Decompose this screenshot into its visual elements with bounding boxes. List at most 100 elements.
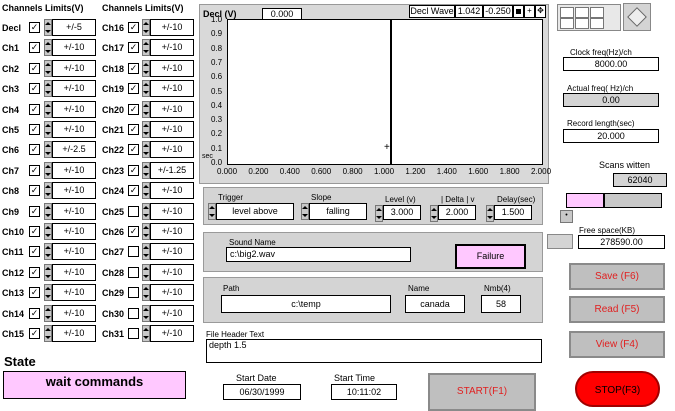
cursor-move-icon[interactable]: ✥ bbox=[535, 5, 546, 18]
channel-enable-checkbox[interactable] bbox=[128, 205, 139, 217]
channel-limit-spinner[interactable] bbox=[142, 243, 150, 261]
navigation-diamond-icon[interactable] bbox=[623, 3, 651, 31]
channel-limit-spinner[interactable] bbox=[142, 100, 150, 118]
channel-enable-checkbox[interactable]: ✓ bbox=[29, 62, 40, 74]
channel-limit-field[interactable]: +/-10 bbox=[150, 59, 194, 77]
channel-limit-spinner[interactable] bbox=[142, 304, 150, 322]
channel-limit-field[interactable]: +/-10 bbox=[52, 223, 96, 240]
channel-limit-spinner[interactable] bbox=[44, 223, 52, 240]
channel-limit-field[interactable]: +/-10 bbox=[52, 284, 96, 302]
channel-limit-field[interactable]: +/-10 bbox=[150, 223, 194, 240]
channel-limit-field[interactable]: +/-10 bbox=[150, 182, 194, 200]
slope-field[interactable]: falling bbox=[309, 203, 367, 220]
channel-limit-spinner[interactable] bbox=[44, 182, 52, 200]
channel-limit-spinner[interactable] bbox=[44, 100, 52, 118]
channel-enable-checkbox[interactable] bbox=[128, 266, 139, 278]
scale-icon[interactable] bbox=[590, 7, 604, 18]
channel-enable-checkbox[interactable]: ✓ bbox=[29, 124, 40, 135]
channel-limit-field[interactable]: +/-10 bbox=[52, 182, 96, 200]
channel-limit-spinner[interactable] bbox=[44, 39, 52, 57]
channel-limit-spinner[interactable] bbox=[142, 263, 150, 281]
channel-limit-spinner[interactable] bbox=[142, 223, 150, 240]
nmb-field[interactable]: 58 bbox=[481, 295, 521, 313]
channel-limit-spinner[interactable] bbox=[142, 161, 150, 179]
channel-limit-spinner[interactable] bbox=[44, 202, 52, 220]
channel-enable-checkbox[interactable]: ✓ bbox=[29, 266, 40, 278]
cursor-marker-icon[interactable]: + bbox=[384, 142, 390, 153]
free-space-refresh-button[interactable]: • bbox=[560, 210, 573, 223]
channel-limit-spinner[interactable] bbox=[44, 141, 52, 159]
channel-enable-checkbox[interactable]: ✓ bbox=[128, 144, 139, 156]
channel-enable-checkbox[interactable]: ✓ bbox=[128, 103, 139, 115]
channel-enable-checkbox[interactable]: ✓ bbox=[29, 42, 40, 54]
slope-spinner[interactable] bbox=[301, 203, 309, 220]
channel-limit-field[interactable]: +/-5 bbox=[52, 19, 96, 36]
channel-limit-field[interactable]: +/-10 bbox=[150, 39, 194, 57]
name-field[interactable]: canada bbox=[405, 295, 465, 313]
channel-limit-spinner[interactable] bbox=[44, 284, 52, 302]
view-button[interactable]: View (F4) bbox=[569, 331, 665, 358]
cursor-style-icon[interactable] bbox=[513, 5, 524, 18]
channel-enable-checkbox[interactable]: ✓ bbox=[29, 287, 40, 299]
channel-limit-field[interactable]: +/-10 bbox=[52, 263, 96, 281]
channel-limit-field[interactable]: +/-10 bbox=[52, 161, 96, 179]
cursor-lock-icon[interactable]: + bbox=[524, 5, 535, 18]
channel-limit-field[interactable]: +/-10 bbox=[150, 100, 194, 118]
channel-limit-spinner[interactable] bbox=[142, 182, 150, 200]
delta-field[interactable]: 2.000 bbox=[438, 205, 476, 220]
channel-limit-spinner[interactable] bbox=[142, 39, 150, 57]
delay-spinner[interactable] bbox=[486, 205, 494, 222]
channel-limit-field[interactable]: +/-10 bbox=[52, 100, 96, 118]
channel-enable-checkbox[interactable]: ✓ bbox=[29, 246, 40, 258]
channel-limit-spinner[interactable] bbox=[44, 121, 52, 138]
channel-enable-checkbox[interactable]: ✓ bbox=[128, 42, 139, 54]
level-field[interactable]: 3.000 bbox=[383, 205, 421, 220]
channel-enable-checkbox[interactable]: ✓ bbox=[29, 205, 40, 217]
channel-limit-field[interactable]: +/-10 bbox=[52, 59, 96, 77]
channel-limit-field[interactable]: +/-10 bbox=[52, 304, 96, 322]
channel-limit-field[interactable]: +/-10 bbox=[150, 304, 194, 322]
channel-limit-field[interactable]: +/-10 bbox=[52, 80, 96, 98]
plot-area[interactable]: + bbox=[227, 19, 543, 165]
channel-enable-checkbox[interactable]: ✓ bbox=[128, 185, 139, 197]
channel-limit-field[interactable]: +/-10 bbox=[150, 325, 194, 342]
channel-limit-spinner[interactable] bbox=[44, 80, 52, 98]
zoom-icon[interactable] bbox=[560, 7, 574, 18]
channel-limit-spinner[interactable] bbox=[44, 19, 52, 36]
trigger-field[interactable]: level above bbox=[216, 203, 294, 220]
channel-limit-field[interactable]: +/-10 bbox=[150, 263, 194, 281]
stop-button[interactable]: STOP(F3) bbox=[575, 371, 660, 407]
clock-freq-field[interactable]: 8000.00 bbox=[563, 57, 659, 71]
channel-enable-checkbox[interactable]: ✓ bbox=[128, 226, 139, 237]
channel-limit-field[interactable]: +/-10 bbox=[150, 121, 194, 138]
channel-limit-field[interactable]: +/-1.25 bbox=[150, 161, 194, 179]
channel-enable-checkbox[interactable]: ✓ bbox=[29, 164, 40, 176]
channel-limit-field[interactable]: +/-10 bbox=[150, 243, 194, 261]
channel-limit-spinner[interactable] bbox=[44, 304, 52, 322]
channel-limit-spinner[interactable] bbox=[142, 59, 150, 77]
channel-enable-checkbox[interactable]: ✓ bbox=[29, 103, 40, 115]
channel-limit-spinner[interactable] bbox=[142, 121, 150, 138]
channel-limit-spinner[interactable] bbox=[142, 325, 150, 342]
channel-enable-checkbox[interactable]: ✓ bbox=[29, 226, 40, 237]
channel-enable-checkbox[interactable]: ✓ bbox=[128, 83, 139, 95]
channel-enable-checkbox[interactable]: ✓ bbox=[128, 164, 139, 176]
channel-limit-spinner[interactable] bbox=[142, 202, 150, 220]
channel-limit-spinner[interactable] bbox=[142, 19, 150, 36]
pan-icon[interactable] bbox=[575, 7, 589, 18]
channel-enable-checkbox[interactable]: ✓ bbox=[29, 185, 40, 197]
level-spinner[interactable] bbox=[375, 205, 383, 222]
channel-limit-field[interactable]: +/-10 bbox=[150, 202, 194, 220]
channel-enable-checkbox[interactable] bbox=[128, 287, 139, 299]
channel-enable-checkbox[interactable]: ✓ bbox=[29, 328, 40, 339]
record-length-field[interactable]: 20.000 bbox=[563, 129, 659, 143]
channel-enable-checkbox[interactable]: ✓ bbox=[128, 22, 139, 33]
channel-limit-spinner[interactable] bbox=[44, 325, 52, 342]
delay-field[interactable]: 1.500 bbox=[494, 205, 532, 220]
header-text-field[interactable]: depth 1.5 bbox=[206, 339, 542, 363]
channel-enable-checkbox[interactable]: ✓ bbox=[128, 124, 139, 135]
channel-limit-field[interactable]: +/-10 bbox=[150, 80, 194, 98]
channel-limit-spinner[interactable] bbox=[44, 243, 52, 261]
read-button[interactable]: Read (F5) bbox=[569, 296, 665, 323]
channel-enable-checkbox[interactable]: ✓ bbox=[29, 144, 40, 156]
